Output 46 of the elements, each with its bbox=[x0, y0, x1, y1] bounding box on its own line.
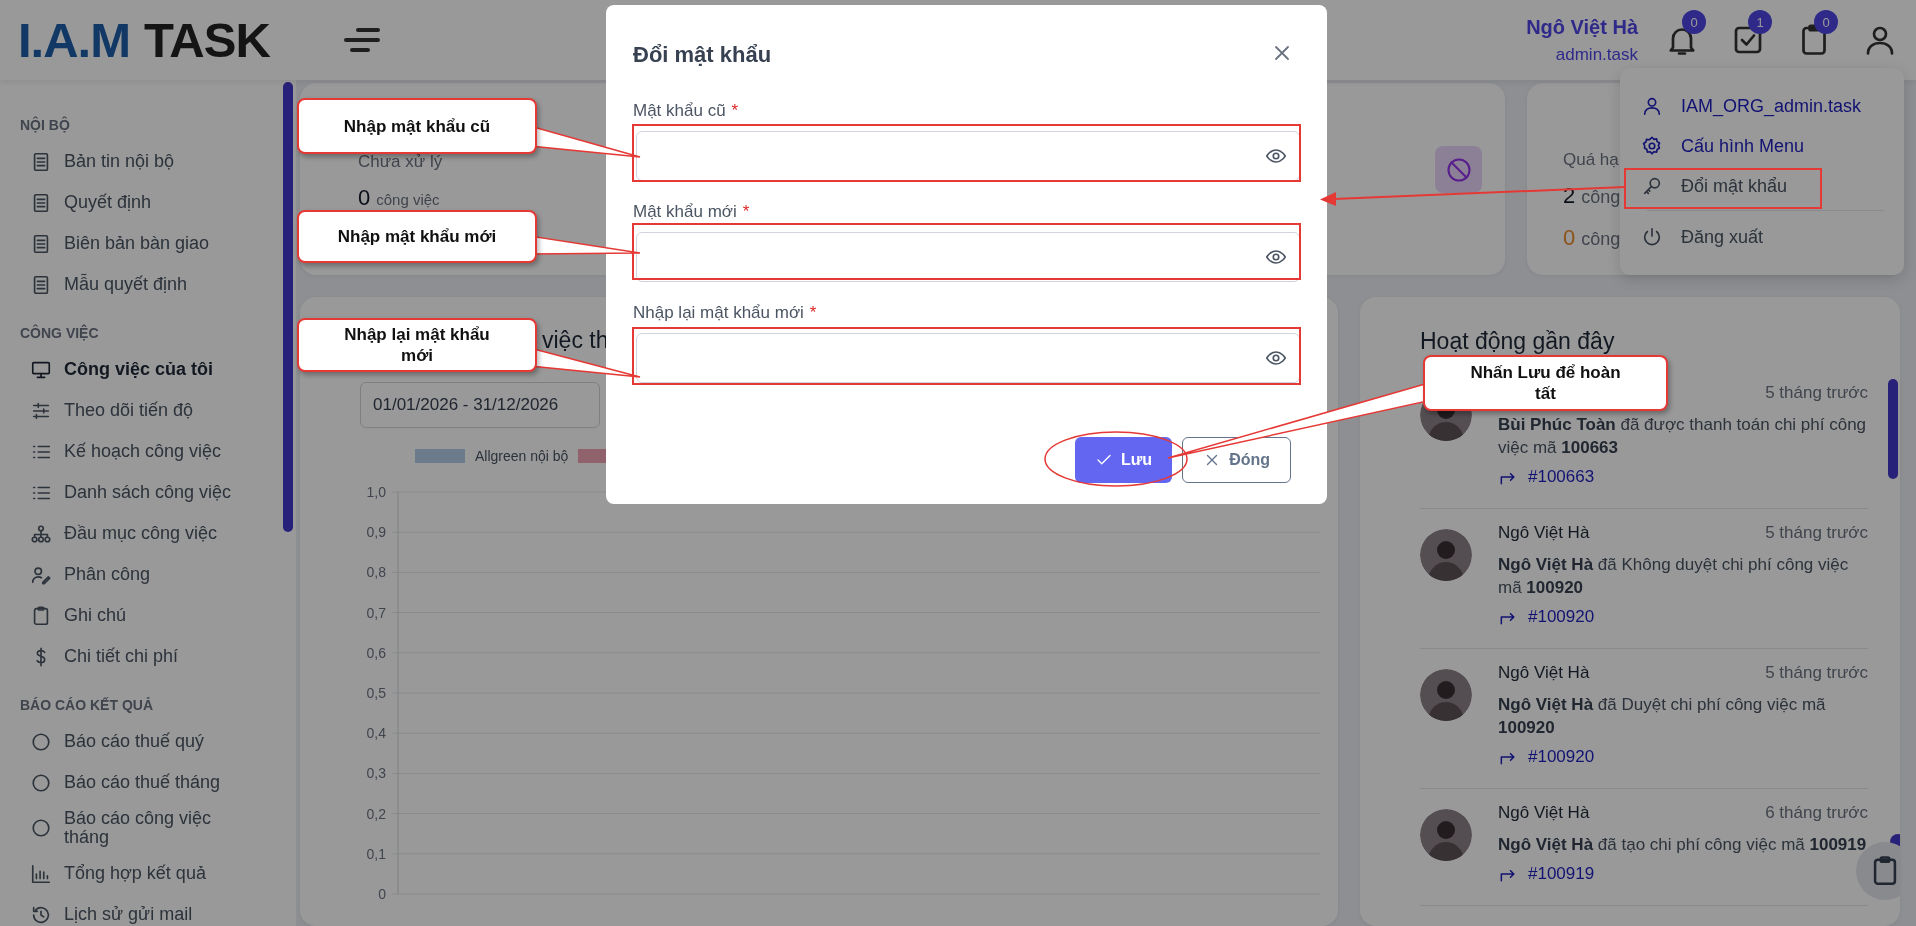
callout: Nhập mật khẩu mới bbox=[297, 210, 537, 263]
axis-tick-label: 0,6 bbox=[366, 644, 386, 661]
timestamp: 5 tháng trước bbox=[1765, 663, 1868, 683]
logo-text: TASK bbox=[144, 12, 270, 68]
user-name: Ngô Việt Hà bbox=[1498, 663, 1590, 683]
stat-label: Quá hạ bbox=[1563, 149, 1620, 171]
stat-unit: công bbox=[1581, 229, 1621, 250]
activity-text: Ngô Việt Hà đã tạo chi phí công việc mã 100919 bbox=[1498, 834, 1868, 856]
activity-text: Ngô Việt Hà đã Duyệt chi phí công việc mã 100920 bbox=[1498, 694, 1827, 739]
count-badge: 0 bbox=[1682, 10, 1706, 34]
stat-unit: công việc bbox=[376, 191, 440, 208]
field-label: Mật khẩu mới * bbox=[633, 201, 751, 223]
axis-tick-label: 1,0 bbox=[366, 484, 386, 500]
axis-tick-label: 0,2 bbox=[366, 805, 386, 822]
card-title: Hoạt động gần đây bbox=[1420, 327, 1616, 355]
timestamp: 5 tháng trước bbox=[1765, 383, 1868, 403]
timestamp: 6 tháng trước bbox=[1765, 803, 1868, 823]
user-name: Ngô Việt Hà bbox=[1498, 523, 1590, 543]
axis-tick-label: 0,9 bbox=[366, 524, 386, 541]
field-label: Nhập lại mật khẩu mới * bbox=[633, 302, 818, 324]
axis-tick-label: 0,7 bbox=[366, 604, 386, 621]
activity-text: Ngô Việt Hà đã Không duyệt chi phí công việc mã 100920 bbox=[1498, 554, 1850, 599]
section-heading: NỘI BỘ bbox=[20, 115, 71, 135]
axis-tick-label: 0,5 bbox=[366, 685, 386, 701]
user-login: admin.task bbox=[1555, 44, 1638, 65]
axis-tick-label: 0,8 bbox=[366, 564, 386, 581]
count-badge: 1 bbox=[1748, 10, 1772, 34]
axis-tick-label: 0,1 bbox=[366, 845, 386, 862]
modal-title: Đổi mật khẩu bbox=[633, 42, 772, 68]
stat-value: 0 bbox=[358, 185, 371, 211]
logo-text: I.A.M bbox=[18, 12, 131, 68]
section-heading: CÔNG VIỆC bbox=[20, 323, 100, 343]
stat-unit: công bbox=[1581, 187, 1621, 208]
count-badge: 0 bbox=[1814, 10, 1838, 34]
timestamp: 5 tháng trước bbox=[1765, 523, 1868, 543]
callout: Nhấn Lưu để hoàn tất bbox=[1423, 355, 1668, 411]
section-heading: BÁO CÁO KẾT QUẢ bbox=[20, 696, 154, 715]
stat-label: Chưa xử lý bbox=[358, 151, 444, 173]
axis-tick-label: 0,4 bbox=[366, 725, 386, 742]
user-name: Ngô Việt Hà bbox=[1498, 803, 1590, 823]
field-label: Mật khẩu cũ * bbox=[633, 100, 740, 122]
activity-text: Bùi Phúc Toàn đã được thanh toán chi phí công việc mã 100663 bbox=[1498, 414, 1868, 459]
axis-tick-label: 0 bbox=[378, 886, 386, 902]
stat-value: 0 bbox=[1563, 225, 1576, 251]
axis-tick-label: 0,3 bbox=[366, 765, 386, 782]
callout: Nhập lại mật khẩu mới bbox=[297, 318, 537, 372]
